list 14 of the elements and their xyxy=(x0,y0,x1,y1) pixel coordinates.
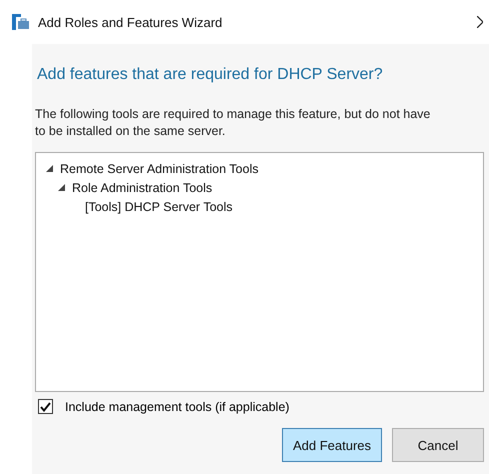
expanded-triangle-icon[interactable] xyxy=(58,184,65,191)
cancel-button[interactable]: Cancel xyxy=(392,428,484,462)
server-toolbox-icon xyxy=(12,14,30,30)
add-features-button[interactable]: Add Features xyxy=(282,428,382,462)
checkbox[interactable] xyxy=(38,399,53,414)
close-icon[interactable] xyxy=(477,16,483,28)
description-text: The following tools are required to manage this feature, but do not have to be installed on the same server. xyxy=(35,106,432,140)
checkbox-label: Include management tools (if applicable) xyxy=(65,400,290,414)
dialog-heading: Add features that are required for DHCP Server? xyxy=(36,65,384,85)
expanded-triangle-icon[interactable] xyxy=(46,165,53,172)
tree-item[interactable]: Remote Server Administration Tools xyxy=(60,162,258,176)
tree-item[interactable]: Role Administration Tools xyxy=(72,180,212,194)
window-title: Add Roles and Features Wizard xyxy=(38,14,224,30)
tree-item[interactable]: [Tools] DHCP Server Tools xyxy=(85,200,233,214)
